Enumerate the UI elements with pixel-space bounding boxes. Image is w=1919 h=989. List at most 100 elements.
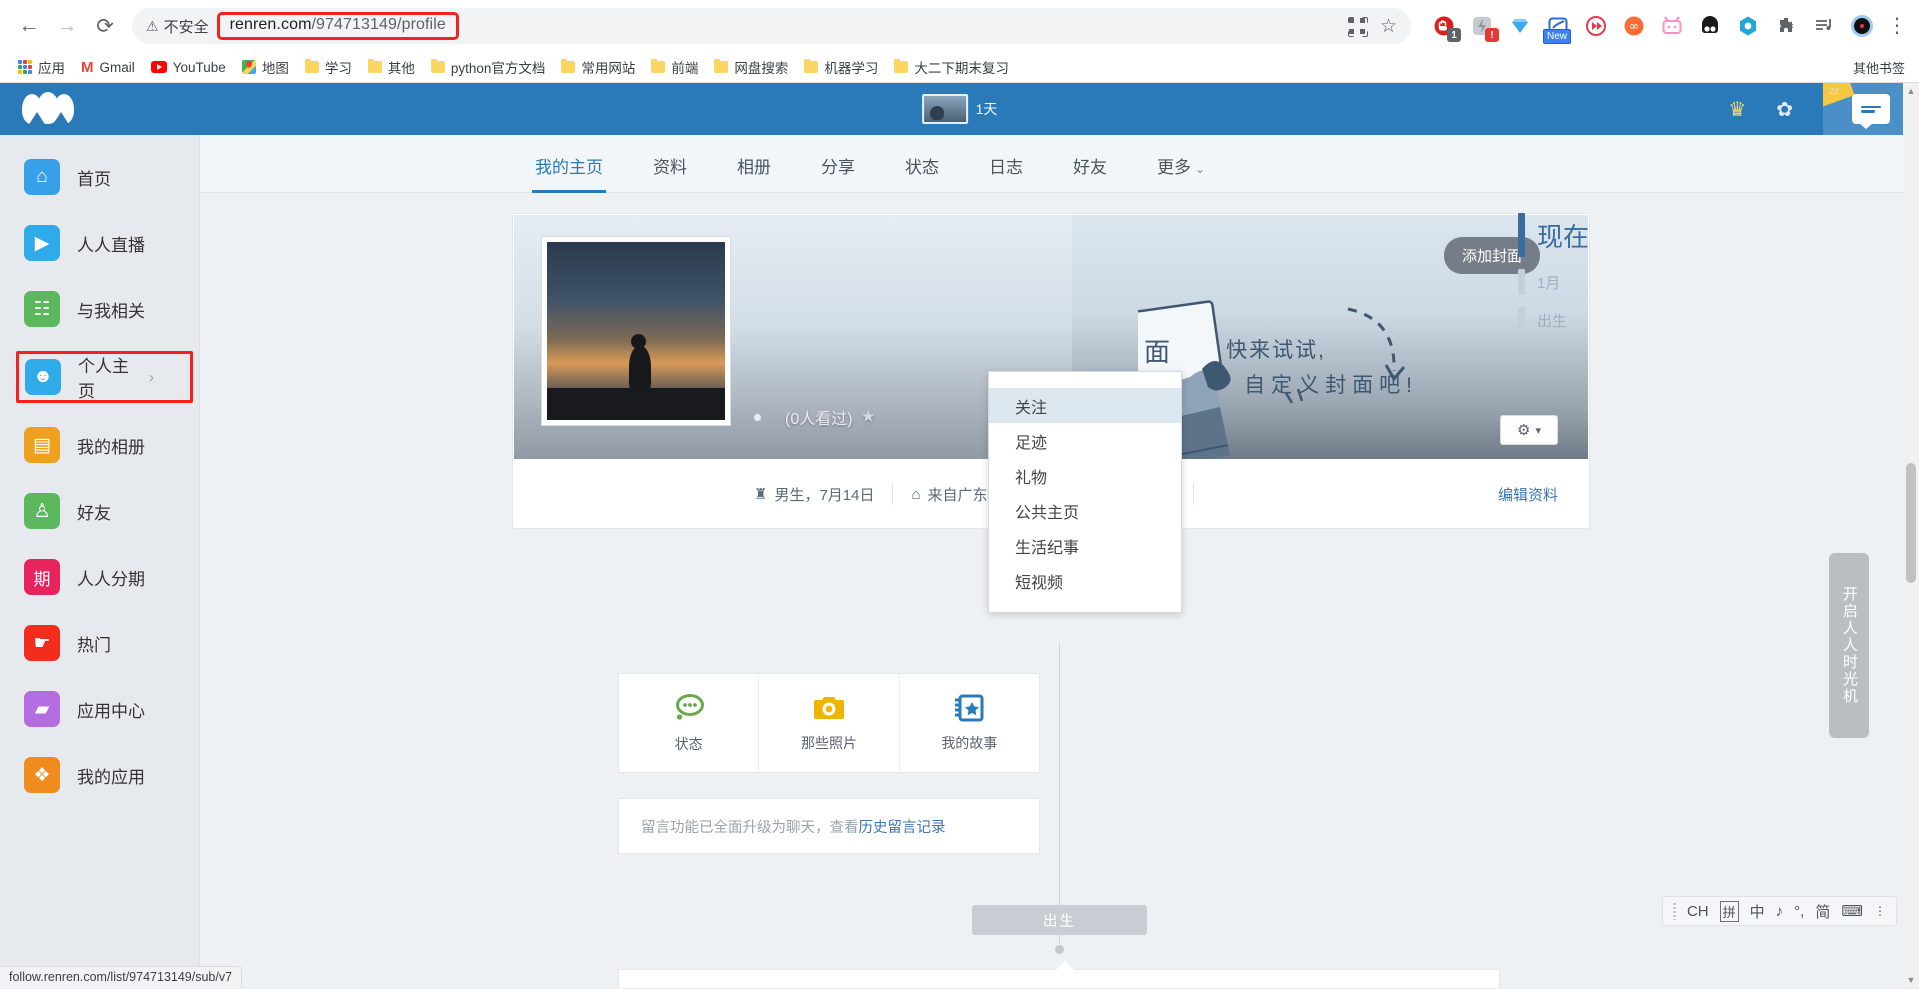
rail-item-january[interactable]: 1月 <box>1518 269 1638 295</box>
crown-icon[interactable]: ♛ <box>1728 97 1746 122</box>
rail-label: 现在 <box>1537 221 1590 252</box>
rail-item-birth[interactable]: 出生 <box>1518 307 1638 333</box>
avatar[interactable] <box>541 236 731 426</box>
bookmark-folder-qita[interactable]: 其他 <box>360 54 423 80</box>
ime-keyboard-icon[interactable]: ⌨ <box>1841 902 1863 920</box>
bookmark-star-icon[interactable]: ☆ <box>1380 15 1397 38</box>
maps-icon <box>241 60 256 74</box>
menu-item-life-events[interactable]: 生活纪事 <box>989 528 1181 563</box>
bookmark-folder-python[interactable]: python官方文档 <box>423 54 554 80</box>
url-highlight-box[interactable]: renren.com/974713149/profile <box>216 12 459 40</box>
address-bar[interactable]: ⚠ 不安全 renren.com/974713149/profile ☆ <box>132 8 1411 44</box>
corner-badge: zz <box>1829 86 1839 97</box>
scrollbar-thumb[interactable] <box>1906 463 1916 583</box>
sidebar-item-myapps[interactable]: ❖ 我的应用 <box>0 751 199 799</box>
tab-share[interactable]: 分享 <box>796 153 880 192</box>
ime-simplified[interactable]: 简 <box>1815 901 1830 922</box>
sidebar-item-profile[interactable]: ☻ 个人主页 › <box>16 351 193 403</box>
message-history-link[interactable]: 历史留言记录 <box>859 816 946 837</box>
sidebar-item-related[interactable]: ☷ 与我相关 <box>0 285 199 333</box>
bookmark-folder-fuxi[interactable]: 大二下期末复习 <box>886 54 1017 80</box>
renren-logo[interactable] <box>22 92 74 126</box>
star-icon[interactable]: ★ <box>861 407 876 427</box>
scroll-up-arrow[interactable]: ▲ <box>1903 83 1919 99</box>
tab-profile[interactable]: 资料 <box>628 153 712 192</box>
scroll-down-arrow[interactable]: ▼ <box>1903 972 1919 988</box>
header-days-block[interactable]: 1天 <box>921 94 997 124</box>
reload-button[interactable]: ⟳ <box>88 9 122 43</box>
tab-blog[interactable]: 日志 <box>964 153 1048 192</box>
timeline-birth-marker[interactable]: 出生 <box>972 905 1147 935</box>
sidebar-item-album[interactable]: ▤ 我的相册 <box>0 421 199 469</box>
chevron-right-icon: › <box>149 368 154 386</box>
installment-icon: 期 <box>24 559 60 595</box>
sidebar-item-home[interactable]: ⌂ 首页 <box>0 153 199 201</box>
tv-icon[interactable] <box>1659 13 1685 39</box>
quick-action-status[interactable]: 状态 <box>619 674 760 772</box>
forward-button[interactable]: → <box>50 9 84 43</box>
sidebar-item-installment[interactable]: 期 人人分期 <box>0 553 199 601</box>
page-scrollbar[interactable]: ▲ ▼ <box>1903 83 1919 988</box>
rail-item-now[interactable]: 现在 <box>1518 213 1638 257</box>
chat-icon[interactable] <box>1852 94 1890 129</box>
tab-more[interactable]: 更多 ⌄ <box>1132 153 1230 192</box>
bookmark-folder-jiqi[interactable]: 机器学习 <box>796 54 886 80</box>
rail-label: 1月 <box>1537 274 1561 292</box>
puzzle-icon[interactable] <box>1773 13 1799 39</box>
sidebar-item-label: 个人主页 <box>78 357 129 401</box>
menu-item-short-video[interactable]: 短视频 <box>989 563 1181 598</box>
person-icon: ☻ <box>25 359 61 395</box>
bookmarks-overflow[interactable]: 其他书签 <box>1853 58 1909 77</box>
adblock-icon[interactable]: 1 <box>1431 13 1461 42</box>
infinity-icon[interactable]: ∞ <box>1621 13 1647 39</box>
sidebar-item-appcenter[interactable]: ▰ 应用中心 <box>0 685 199 733</box>
tab-my-homepage[interactable]: 我的主页 <box>510 153 628 193</box>
ime-drag-handle[interactable] <box>1672 902 1676 920</box>
back-button[interactable]: ← <box>12 9 46 43</box>
record-icon[interactable] <box>1849 13 1875 39</box>
screenshot-icon[interactable]: New <box>1543 13 1572 44</box>
menu-item-public-page[interactable]: 公共主页 <box>989 493 1181 528</box>
tab-status[interactable]: 状态 <box>880 153 964 192</box>
playlist-icon[interactable] <box>1811 13 1837 39</box>
bookmark-folder-changyong[interactable]: 常用网站 <box>553 54 643 80</box>
menu-item-follow[interactable]: 关注 <box>989 388 1181 423</box>
bookmark-folder-wangpan[interactable]: 网盘搜索 <box>706 54 796 80</box>
ime-mode[interactable]: 中 <box>1750 901 1765 922</box>
sidebar-item-live[interactable]: ▶ 人人直播 <box>0 219 199 267</box>
fast-forward-icon[interactable] <box>1583 13 1609 39</box>
bookmark-label: python官方文档 <box>450 61 546 76</box>
diamond-icon[interactable] <box>1507 13 1533 39</box>
ime-method[interactable]: 拼 <box>1719 900 1739 922</box>
sidebar-item-hot[interactable]: ☛ 热门 <box>0 619 199 667</box>
hexagon-icon[interactable] <box>1735 13 1761 39</box>
tab-friends[interactable]: 好友 <box>1048 153 1132 192</box>
ime-tone-icon[interactable]: ♪ <box>1776 903 1784 920</box>
qr-code-icon[interactable] <box>1348 17 1366 35</box>
sidebar-item-friends[interactable]: ♙ 好友 <box>0 487 199 535</box>
header-thumbnail[interactable] <box>921 94 968 124</box>
flash-blocked-icon[interactable]: ! <box>1469 13 1499 42</box>
ime-more-icon[interactable]: ⋮ <box>1874 904 1886 918</box>
bookmark-maps[interactable]: 地图 <box>234 54 297 80</box>
panda-icon[interactable] <box>1697 13 1723 39</box>
ime-lang[interactable]: CH <box>1687 903 1709 920</box>
cover-settings-button[interactable]: ⚙ ▾ <box>1500 415 1558 445</box>
bookmark-folder-qianduan[interactable]: 前端 <box>643 54 706 80</box>
bookmark-apps[interactable]: 应用 <box>10 54 73 80</box>
quick-action-story[interactable]: 我的故事 <box>900 674 1039 772</box>
timeline-line <box>1059 643 1060 943</box>
bookmark-gmail[interactable]: M Gmail <box>73 57 143 78</box>
edit-profile-link[interactable]: 编辑资料 <box>1498 484 1558 505</box>
bookmark-youtube[interactable]: YouTube <box>143 57 234 78</box>
quick-action-photos[interactable]: 那些照片 <box>759 674 900 772</box>
time-machine-button[interactable]: 开启人人时光机 <box>1829 553 1869 738</box>
gamepad-icon: ▰ <box>24 691 60 727</box>
tab-album[interactable]: 相册 <box>712 153 796 192</box>
bookmark-folder-xuexi[interactable]: 学习 <box>297 54 360 80</box>
ime-punctuation-icon[interactable]: °, <box>1794 903 1804 920</box>
menu-item-gifts[interactable]: 礼物 <box>989 458 1181 493</box>
gear-icon[interactable]: ✿ <box>1776 97 1793 122</box>
browser-menu-icon[interactable]: ⋮ <box>1887 16 1907 36</box>
menu-item-footprints[interactable]: 足迹 <box>989 423 1181 458</box>
